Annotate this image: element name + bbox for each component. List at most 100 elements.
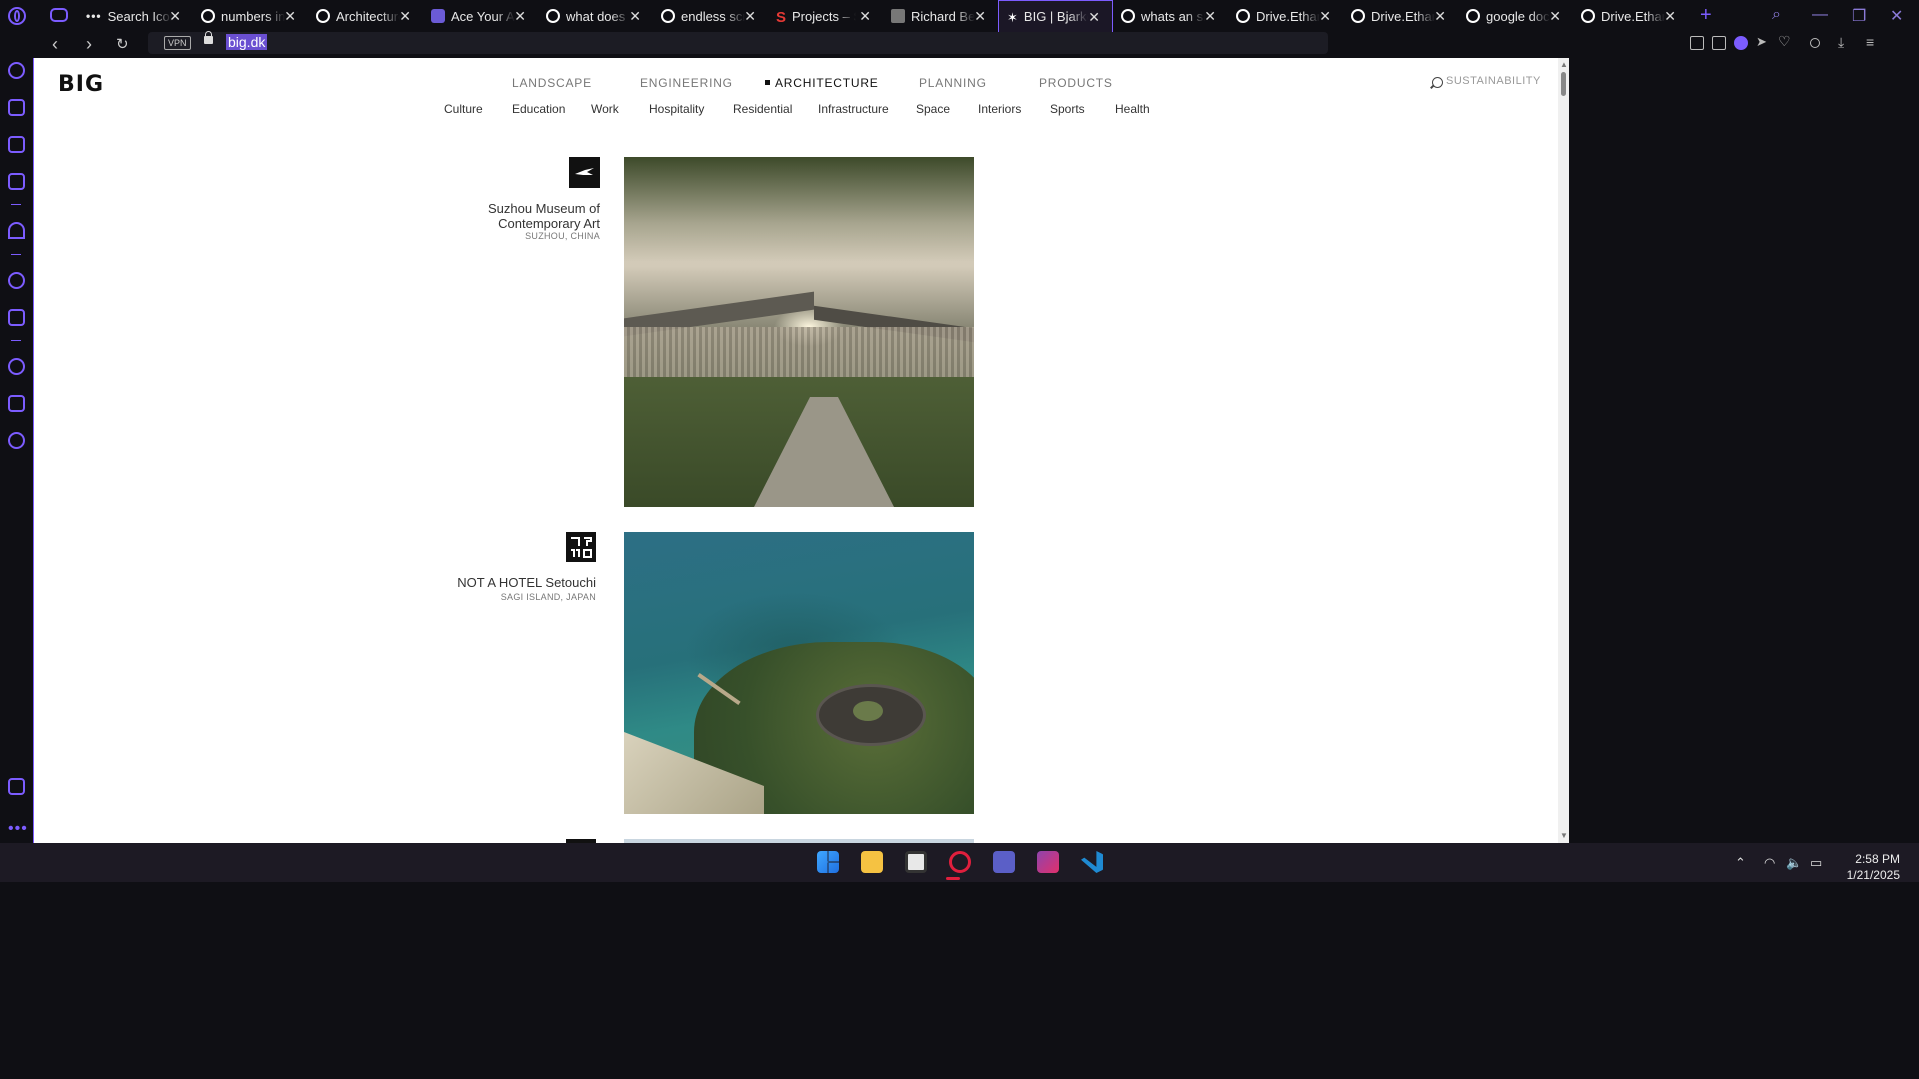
tab-active[interactable]: ✶ BIG | Bjarke ✕ — [998, 0, 1113, 32]
spotify-icon[interactable] — [8, 272, 25, 289]
heart-icon[interactable]: ♡ — [1778, 33, 1792, 49]
close-tab-icon[interactable]: ✕ — [514, 8, 526, 25]
profile-icon[interactable] — [1810, 38, 1820, 48]
twitch-icon[interactable] — [8, 136, 25, 153]
tab[interactable]: what does ✕ — [538, 0, 653, 32]
battery-icon[interactable]: ▭ — [1810, 855, 1822, 871]
back-icon[interactable]: ‹ — [52, 34, 58, 55]
tab[interactable]: numbers in ✕ — [193, 0, 308, 32]
instagram-icon[interactable] — [1037, 851, 1059, 873]
easy-setup-icon[interactable]: ≡ — [1866, 34, 1880, 50]
tab[interactable]: S Projects – S ✕ — [768, 0, 883, 32]
share-icon[interactable] — [1690, 36, 1704, 50]
restore-icon[interactable]: ❐ — [1852, 6, 1866, 26]
close-tab-icon[interactable]: ✕ — [284, 8, 296, 25]
close-tab-icon[interactable]: ✕ — [859, 8, 871, 25]
scrollbar-thumb[interactable] — [1561, 72, 1566, 96]
close-tab-icon[interactable]: ✕ — [744, 8, 756, 25]
close-tab-icon[interactable]: ✕ — [1088, 9, 1100, 26]
nav-landscape[interactable]: LANDSCAPE — [512, 76, 592, 90]
extensions-icon[interactable] — [8, 395, 25, 412]
more-icon[interactable]: ••• — [8, 820, 28, 838]
tab[interactable]: Drive.Ethan ✕ — [1343, 0, 1458, 32]
vpn-badge[interactable]: VPN — [164, 36, 191, 50]
close-tab-icon[interactable]: ✕ — [1549, 8, 1561, 25]
subnav-hospitality[interactable]: Hospitality — [649, 102, 704, 116]
url-field[interactable]: VPN big.dk — [148, 31, 1328, 54]
close-tab-icon[interactable]: ✕ — [1434, 8, 1446, 25]
mute-icon[interactable]: 🔈 — [1786, 855, 1802, 871]
file-explorer-icon[interactable] — [861, 851, 883, 873]
tab[interactable]: Richard Bel ✕ — [883, 0, 998, 32]
tab[interactable]: endless scr ✕ — [653, 0, 768, 32]
subnav-infrastructure[interactable]: Infrastructure — [818, 102, 889, 116]
send-icon[interactable]: ➤ — [1756, 34, 1770, 49]
tab[interactable]: google doc ✕ — [1458, 0, 1573, 32]
opera-gx-icon[interactable] — [949, 851, 971, 873]
big-logo[interactable]: BIG — [58, 72, 104, 97]
subnav-education[interactable]: Education — [512, 102, 565, 116]
teams-icon[interactable] — [993, 851, 1015, 873]
aria-icon[interactable] — [8, 222, 25, 239]
adblock-shield-icon[interactable] — [1734, 36, 1748, 50]
nav-planning[interactable]: PLANNING — [919, 76, 987, 90]
tab[interactable]: whats an sr ✕ — [1113, 0, 1228, 32]
settings-icon[interactable] — [8, 432, 25, 449]
history-icon[interactable] — [8, 358, 25, 375]
chevron-up-icon[interactable]: ⌃ — [1735, 855, 1746, 871]
close-tab-icon[interactable]: ✕ — [1204, 8, 1216, 25]
start-icon[interactable] — [817, 851, 839, 873]
close-tab-icon[interactable]: ✕ — [399, 8, 411, 25]
glyph-icon[interactable] — [566, 532, 596, 562]
tab[interactable]: Ace Your A ✕ — [423, 0, 538, 32]
tab[interactable]: Drive.Ethan ✕ — [1573, 0, 1688, 32]
url-text[interactable]: big.dk — [226, 34, 268, 50]
search-icon[interactable] — [1432, 77, 1443, 88]
vscode-icon[interactable] — [1081, 851, 1103, 873]
wallpaper-icon[interactable] — [8, 778, 25, 795]
close-tab-icon[interactable]: ✕ — [169, 8, 181, 25]
subnav-residential[interactable]: Residential — [733, 102, 792, 116]
close-window-icon[interactable]: ✕ — [1890, 6, 1903, 26]
download-icon[interactable]: ⤓ — [1838, 34, 1852, 50]
search-tabs-icon[interactable]: ⌕ — [1772, 6, 1781, 24]
subnav-sports[interactable]: Sports — [1050, 102, 1085, 116]
nav-sustainability[interactable]: SUSTAINABILITY — [1446, 75, 1541, 87]
nav-architecture[interactable]: ARCHITECTURE — [765, 76, 879, 90]
reload-icon[interactable]: ↻ — [116, 35, 129, 53]
scroll-up-icon[interactable]: ▲ — [1560, 60, 1568, 69]
close-tab-icon[interactable]: ✕ — [1319, 8, 1331, 25]
not-a-hotel-image[interactable] — [624, 532, 974, 814]
tab[interactable]: ••• Search Icon ✕ — [78, 0, 193, 32]
close-tab-icon[interactable]: ✕ — [629, 8, 641, 25]
project-title[interactable]: Suzhou Museum of Contemporary Art — [434, 201, 600, 231]
shopping-bag-icon[interactable] — [8, 99, 25, 116]
tab[interactable]: Drive.Ethan ✕ — [1228, 0, 1343, 32]
speed-dial-icon[interactable] — [8, 62, 25, 79]
page-scrollbar[interactable]: ▲ ▼ — [1558, 58, 1569, 843]
new-tab-icon[interactable]: + — [1700, 4, 1712, 27]
subnav-interiors[interactable]: Interiors — [978, 102, 1021, 116]
subnav-space[interactable]: Space — [916, 102, 950, 116]
opera-menu-icon[interactable] — [8, 7, 26, 25]
bird-icon[interactable] — [569, 157, 600, 188]
subnav-work[interactable]: Work — [591, 102, 619, 116]
close-tab-icon[interactable]: ✕ — [1664, 8, 1676, 25]
subnav-culture[interactable]: Culture — [444, 102, 483, 116]
nav-engineering[interactable]: ENGINEERING — [640, 76, 733, 90]
tab[interactable]: Architecture ✕ — [308, 0, 423, 32]
close-tab-icon[interactable]: ✕ — [974, 8, 986, 25]
wifi-icon[interactable]: ◠ — [1764, 855, 1775, 871]
subnav-health[interactable]: Health — [1115, 102, 1150, 116]
store-icon[interactable] — [905, 851, 927, 873]
workspaces-icon[interactable] — [50, 8, 68, 22]
nav-products[interactable]: PRODUCTS — [1039, 76, 1113, 90]
suzhou-museum-image[interactable] — [624, 157, 974, 507]
send-sidebar-icon[interactable] — [8, 309, 25, 326]
clock[interactable]: 2:58 PM 1/21/2025 — [1840, 851, 1900, 883]
lock-icon[interactable] — [204, 31, 213, 44]
scroll-down-icon[interactable]: ▼ — [1560, 831, 1568, 840]
snapshot-icon[interactable] — [1712, 36, 1726, 50]
forward-icon[interactable]: › — [86, 34, 92, 55]
project-title[interactable]: NOT A HOTEL Setouchi — [424, 575, 596, 590]
